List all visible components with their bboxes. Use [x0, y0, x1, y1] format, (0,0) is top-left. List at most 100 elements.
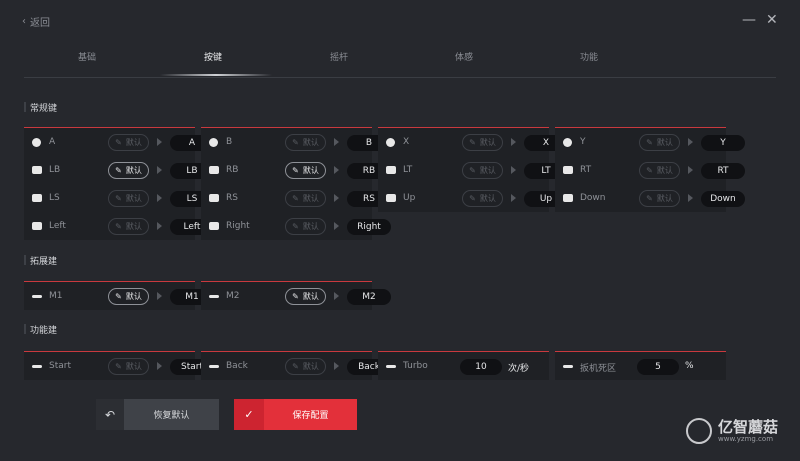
- key-mapping-row: RT ✎ 默认 RT: [555, 156, 745, 184]
- pencil-icon: ✎: [292, 138, 299, 147]
- key-mapping-row: A ✎ 默认 A: [24, 128, 214, 156]
- play-arrow-icon: [511, 166, 516, 174]
- watermark-brand: 亿智蘑菇: [718, 418, 779, 436]
- numeric-setting-row: Turbo 10 次/秒: [378, 352, 549, 380]
- trigger-icon: [386, 166, 396, 174]
- default-label: 默认: [656, 166, 673, 175]
- pencil-icon: ✎: [469, 138, 476, 147]
- pencil-icon: ✎: [646, 194, 653, 203]
- checkmark-icon: ✓: [234, 399, 264, 430]
- dpad-icon: [32, 222, 42, 230]
- default-toggle-button[interactable]: ✎ 默认: [285, 162, 326, 179]
- setting-value-input[interactable]: 5: [637, 359, 679, 375]
- function-keys-card: Start ✎ 默认 Start: [24, 351, 214, 380]
- default-label: 默认: [656, 138, 673, 147]
- key-mapping-row: M2 ✎ 默认 M2: [201, 282, 391, 310]
- default-toggle-button[interactable]: ✎ 默认: [108, 134, 149, 151]
- default-label: 默认: [479, 194, 496, 203]
- key-label: M1: [49, 291, 63, 301]
- default-toggle-button[interactable]: ✎ 默认: [639, 134, 680, 151]
- tab-joystick[interactable]: 摇杆: [304, 50, 374, 63]
- key-mapping-row: Up ✎ 默认 Up: [378, 184, 568, 212]
- regular-keys-card: B ✎ 默认 B RB ✎ 默认 RB RS ✎ 默认 RS Right ✎ 默认 Right: [201, 127, 391, 240]
- section-marker: [24, 102, 26, 112]
- key-label: LB: [49, 165, 61, 175]
- pencil-icon: ✎: [115, 362, 122, 371]
- mapped-key-value[interactable]: Y: [701, 135, 745, 151]
- regular-keys-card: X ✎ 默认 X LT ✎ 默认 LT Up ✎ 默认 Up: [378, 127, 568, 212]
- default-toggle-button[interactable]: ✎ 默认: [462, 134, 503, 151]
- mapped-key-value[interactable]: Down: [701, 191, 745, 207]
- default-label: 默认: [125, 138, 142, 147]
- default-toggle-button[interactable]: ✎ 默认: [462, 162, 503, 179]
- trigger-icon: [563, 166, 573, 174]
- default-toggle-button[interactable]: ✎ 默认: [108, 162, 149, 179]
- pencil-icon: ✎: [115, 292, 122, 301]
- paddle-icon: [209, 295, 219, 298]
- default-toggle-button[interactable]: ✎ 默认: [639, 190, 680, 207]
- regular-keys-card: A ✎ 默认 A LB ✎ 默认 LB LS ✎ 默认 LS Left ✎ 默认 Left: [24, 127, 214, 240]
- play-arrow-icon: [334, 222, 339, 230]
- default-label: 默认: [302, 138, 319, 147]
- default-label: 默认: [125, 292, 142, 301]
- pencil-icon: ✎: [115, 194, 122, 203]
- play-arrow-icon: [157, 138, 162, 146]
- key-label: Back: [226, 361, 248, 371]
- dpad-icon: [209, 222, 219, 230]
- tab-buttons[interactable]: 按键: [178, 50, 248, 63]
- key-mapping-row: LT ✎ 默认 LT: [378, 156, 568, 184]
- key-mapping-row: LB ✎ 默认 LB: [24, 156, 214, 184]
- default-toggle-button[interactable]: ✎ 默认: [285, 358, 326, 375]
- pencil-icon: ✎: [292, 292, 299, 301]
- minimize-button[interactable]: —: [742, 12, 756, 28]
- key-mapping-row: Down ✎ 默认 Down: [555, 184, 745, 212]
- default-toggle-button[interactable]: ✎ 默认: [108, 190, 149, 207]
- mapped-key-value[interactable]: Right: [347, 219, 391, 235]
- default-toggle-button[interactable]: ✎ 默认: [108, 218, 149, 235]
- default-toggle-button[interactable]: ✎ 默认: [108, 358, 149, 375]
- numeric-setting-row: 扳机死区 5%: [555, 352, 726, 380]
- play-arrow-icon: [334, 138, 339, 146]
- key-mapping-row: Right ✎ 默认 Right: [201, 212, 391, 240]
- default-toggle-button[interactable]: ✎ 默认: [285, 218, 326, 235]
- key-mapping-row: RB ✎ 默认 RB: [201, 156, 391, 184]
- save-config-button[interactable]: ✓ 保存配置: [234, 399, 357, 430]
- key-label: A: [49, 137, 56, 147]
- bumper-icon: [32, 166, 42, 174]
- watermark-url: www.yzmg.com: [718, 435, 774, 443]
- tab-basic[interactable]: 基础: [52, 50, 122, 63]
- tab-motion[interactable]: 体感: [429, 50, 499, 63]
- mapped-key-value[interactable]: M2: [347, 289, 391, 305]
- default-toggle-button[interactable]: ✎ 默认: [108, 288, 149, 305]
- key-mapping-row: Back ✎ 默认 Back: [201, 352, 391, 380]
- default-toggle-button[interactable]: ✎ 默认: [285, 134, 326, 151]
- pencil-icon: ✎: [115, 166, 122, 175]
- key-label: Up: [403, 193, 416, 203]
- default-toggle-button[interactable]: ✎ 默认: [462, 190, 503, 207]
- default-label: 默认: [302, 222, 319, 231]
- default-toggle-button[interactable]: ✎ 默认: [639, 162, 680, 179]
- close-button[interactable]: ✕: [766, 12, 778, 28]
- chevron-left-icon: ‹: [22, 16, 26, 27]
- play-arrow-icon: [334, 292, 339, 300]
- turbo-icon: [386, 365, 396, 368]
- restore-defaults-button[interactable]: ↶ 恢复默认: [96, 399, 219, 430]
- default-label: 默认: [125, 194, 142, 203]
- mapped-key-value[interactable]: RT: [701, 163, 745, 179]
- key-mapping-row: Start ✎ 默认 Start: [24, 352, 214, 380]
- play-arrow-icon: [334, 194, 339, 202]
- pencil-icon: ✎: [292, 362, 299, 371]
- play-arrow-icon: [157, 292, 162, 300]
- play-arrow-icon: [688, 194, 693, 202]
- default-label: 默认: [302, 362, 319, 371]
- key-label: Y: [580, 137, 586, 147]
- default-label: 默认: [125, 166, 142, 175]
- tab-function[interactable]: 功能: [554, 50, 624, 63]
- setting-value-input[interactable]: 10: [460, 359, 502, 375]
- default-toggle-button[interactable]: ✎ 默认: [285, 190, 326, 207]
- play-arrow-icon: [688, 138, 693, 146]
- default-toggle-button[interactable]: ✎ 默认: [285, 288, 326, 305]
- back-button[interactable]: ‹ 返回: [22, 14, 50, 29]
- pencil-icon: ✎: [115, 138, 122, 147]
- key-label: RS: [226, 193, 238, 203]
